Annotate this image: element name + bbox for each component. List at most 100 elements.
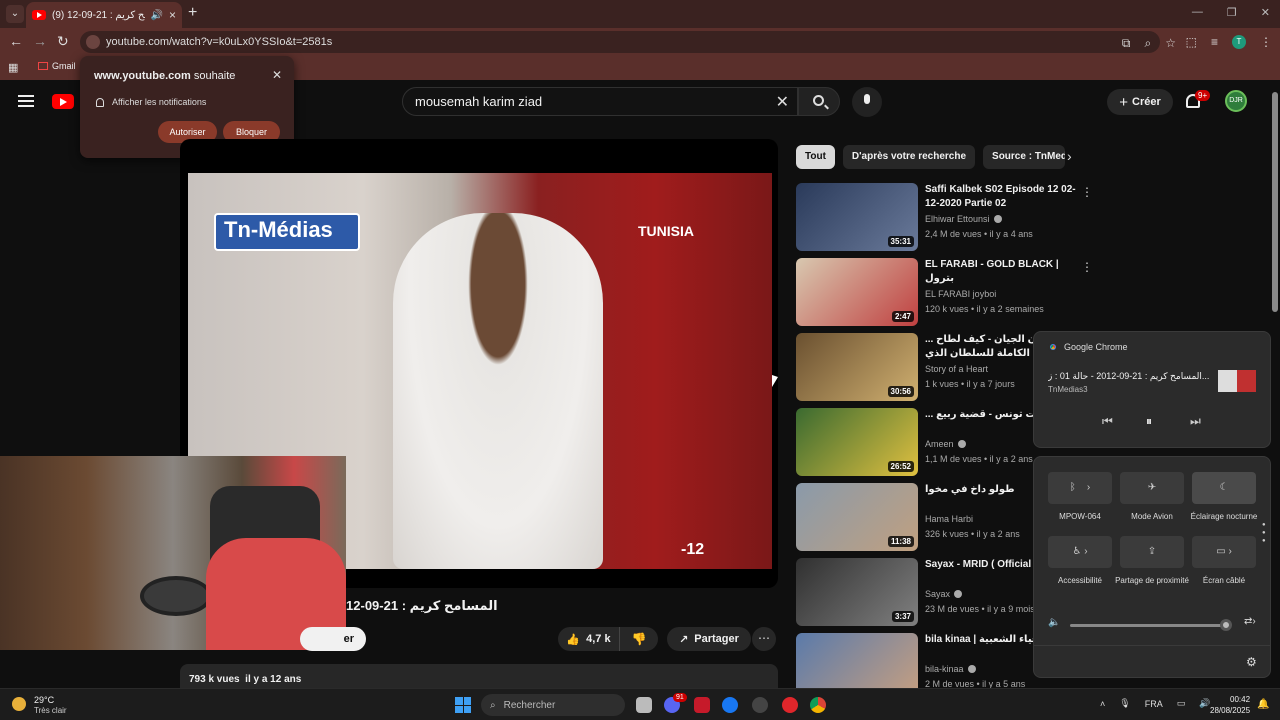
search-icon: ⌕ <box>490 699 496 711</box>
microphone-tray-icon[interactable]: 🎙 <box>1119 698 1130 709</box>
volume-tray-icon[interactable]: 🔊 <box>1199 698 1210 709</box>
user-avatar[interactable]: DJR <box>1225 90 1247 112</box>
pause-icon[interactable]: ⏸ <box>1146 414 1152 429</box>
close-window-icon[interactable]: ✕ <box>1261 6 1270 19</box>
related-video-title[interactable]: EL FARABI - GOLD BLACK | بترول <box>925 258 1083 286</box>
youtube-logo-icon[interactable] <box>52 94 74 109</box>
related-channel[interactable]: EL FARABI joyboi <box>925 289 996 299</box>
like-button[interactable]: 👍 4,7 k <box>558 627 620 651</box>
audio-output-icon[interactable]: ⇄› <box>1244 616 1256 627</box>
dislike-button[interactable]: 👎 <box>620 632 658 646</box>
install-app-icon[interactable]: ⧉ <box>1122 36 1131 51</box>
airplane-mode-tile[interactable]: ✈ <box>1120 472 1184 504</box>
language-indicator[interactable]: FRA <box>1145 699 1163 709</box>
new-tab-button[interactable]: + <box>188 4 197 22</box>
close-tab-icon[interactable]: × <box>169 8 176 22</box>
filter-chips: Tout D'après votre recherche Source : Tn… <box>796 145 1066 169</box>
minimize-icon[interactable]: — <box>1192 6 1203 19</box>
cast-label: Écran câblé <box>1202 576 1246 585</box>
page-scrollbar[interactable] <box>1272 82 1278 688</box>
video-thumbnail[interactable]: 2:47 <box>796 258 918 326</box>
voice-search-button[interactable] <box>852 87 882 117</box>
show-hidden-icons-icon[interactable]: ˄ <box>1100 699 1105 709</box>
more-actions-icon[interactable]: ⋯ <box>752 627 776 651</box>
facebook-icon[interactable] <box>722 697 738 713</box>
weather-description[interactable]: Très clair <box>34 706 67 715</box>
reload-icon[interactable]: ↻ <box>57 33 69 50</box>
chrome-menu-icon[interactable]: ⋮ <box>1260 35 1272 49</box>
subscribe-button[interactable]: er <box>300 627 366 651</box>
nearby-share-tile[interactable]: ⇪ <box>1120 536 1184 568</box>
chevron-right-icon[interactable]: › <box>1067 148 1072 164</box>
related-video-title[interactable]: Saffi Kalbek S02 Episode 12 02-12-2020 P… <box>925 183 1083 211</box>
bookmark-star-icon[interactable]: ☆ <box>1165 36 1176 51</box>
cast-tile[interactable]: ▭ › <box>1192 536 1256 568</box>
tab-search-button[interactable]: ⌄ <box>6 5 24 23</box>
chip-all[interactable]: Tout <box>796 145 835 169</box>
volume-slider[interactable] <box>1070 624 1226 627</box>
chrome-taskbar-icon[interactable] <box>810 697 826 713</box>
video-thumbnail[interactable]: 11:38 <box>796 483 918 551</box>
weather-moon-icon[interactable] <box>12 697 26 711</box>
taskbar-search[interactable]: ⌕ Rechercher <box>481 694 625 716</box>
create-button[interactable]: + Créer <box>1107 89 1173 115</box>
forward-icon[interactable]: → <box>33 33 47 49</box>
audio-playing-icon[interactable]: 🔊 <box>151 10 163 21</box>
video-thumbnail[interactable]: 26:52 <box>796 408 918 476</box>
start-button[interactable] <box>455 697 471 713</box>
share-button[interactable]: ↗ Partager <box>667 627 751 651</box>
related-video-item[interactable]: 35:31 Saffi Kalbek S02 Episode 12 02-12-2… <box>796 183 1096 251</box>
clear-search-icon[interactable]: ✕ <box>776 92 789 112</box>
opera-icon[interactable] <box>782 697 798 713</box>
related-channel[interactable]: bila-kinaa <box>925 664 976 674</box>
back-icon[interactable]: ← <box>9 33 23 49</box>
weather-temperature[interactable]: 29°C <box>34 695 54 705</box>
active-tab[interactable]: المسامح كريم : 21-09-12 (9) 🔊 × <box>26 2 182 28</box>
chrome-icon <box>1048 342 1058 352</box>
red-app-icon[interactable] <box>694 697 710 713</box>
profile-avatar[interactable]: T <box>1232 35 1246 49</box>
related-channel[interactable]: Elhiwar Ettounsi <box>925 214 1002 224</box>
bluetooth-tile[interactable]: ᛒ › <box>1048 472 1112 504</box>
file-explorer-icon[interactable] <box>636 697 652 713</box>
taskbar-clock[interactable]: 00:42 28/08/2025 <box>1210 694 1250 716</box>
previous-track-icon[interactable]: ⏮ <box>1102 414 1113 429</box>
related-channel[interactable]: Story of a Heart <box>925 364 988 374</box>
video-options-icon[interactable]: ⋮ <box>1081 260 1093 274</box>
network-icon[interactable]: ▭ <box>1177 698 1186 709</box>
extensions-icon[interactable]: ⬚ <box>1186 35 1197 49</box>
settings-gear-icon[interactable]: ⚙ <box>1246 655 1257 669</box>
chip-from-search[interactable]: D'après votre recherche <box>842 145 976 169</box>
related-channel[interactable]: Hama Harbi <box>925 514 973 524</box>
reading-list-icon[interactable]: ≡ <box>1211 35 1218 49</box>
volume-slider-knob[interactable] <box>1220 619 1232 631</box>
address-bar[interactable]: youtube.com/watch?v=k0uLx0YSSIo&t=2581s <box>80 31 1160 53</box>
bookmark-gmail[interactable]: Gmail <box>38 61 76 71</box>
search-button[interactable] <box>798 87 840 116</box>
description-box[interactable]: 793 k vues il y a 12 ans <box>180 664 778 690</box>
notification-center-icon[interactable]: 🔔 <box>1257 699 1269 710</box>
page-dots[interactable]: ● ● ● <box>1262 521 1266 545</box>
related-channel[interactable]: Ameen <box>925 439 966 449</box>
night-light-tile[interactable]: ☾ <box>1192 472 1256 504</box>
maximize-icon[interactable]: ❐ <box>1227 6 1237 19</box>
accessibility-tile[interactable]: ♿ › <box>1048 536 1112 568</box>
video-thumbnail[interactable]: 3:37 <box>796 558 918 626</box>
site-info-icon[interactable] <box>86 35 100 49</box>
close-popup-icon[interactable]: ✕ <box>272 68 282 82</box>
menu-icon[interactable] <box>18 95 34 107</box>
next-track-icon[interactable]: ⏭ <box>1190 414 1201 429</box>
zoom-icon[interactable]: ⌕ <box>1145 36 1152 51</box>
related-channel[interactable]: Sayax <box>925 589 963 599</box>
video-thumbnail[interactable]: 30:56 <box>796 333 918 401</box>
related-video-item[interactable]: 2:47 EL FARABI - GOLD BLACK | بترول EL FAR… <box>796 258 1096 326</box>
video-duration: 11:38 <box>887 536 914 547</box>
video-options-icon[interactable]: ⋮ <box>1081 185 1093 199</box>
chip-source[interactable]: Source : TnMedias3 <box>983 145 1066 169</box>
search-input[interactable]: mousemah karim ziad ✕ <box>402 87 798 116</box>
speaker-icon[interactable]: 🔈 <box>1048 617 1060 628</box>
apps-grid-icon[interactable]: ▦ <box>8 61 18 74</box>
video-thumbnail[interactable]: 35:31 <box>796 183 918 251</box>
steam-icon[interactable] <box>752 697 768 713</box>
scrollbar-thumb[interactable] <box>1272 92 1278 312</box>
